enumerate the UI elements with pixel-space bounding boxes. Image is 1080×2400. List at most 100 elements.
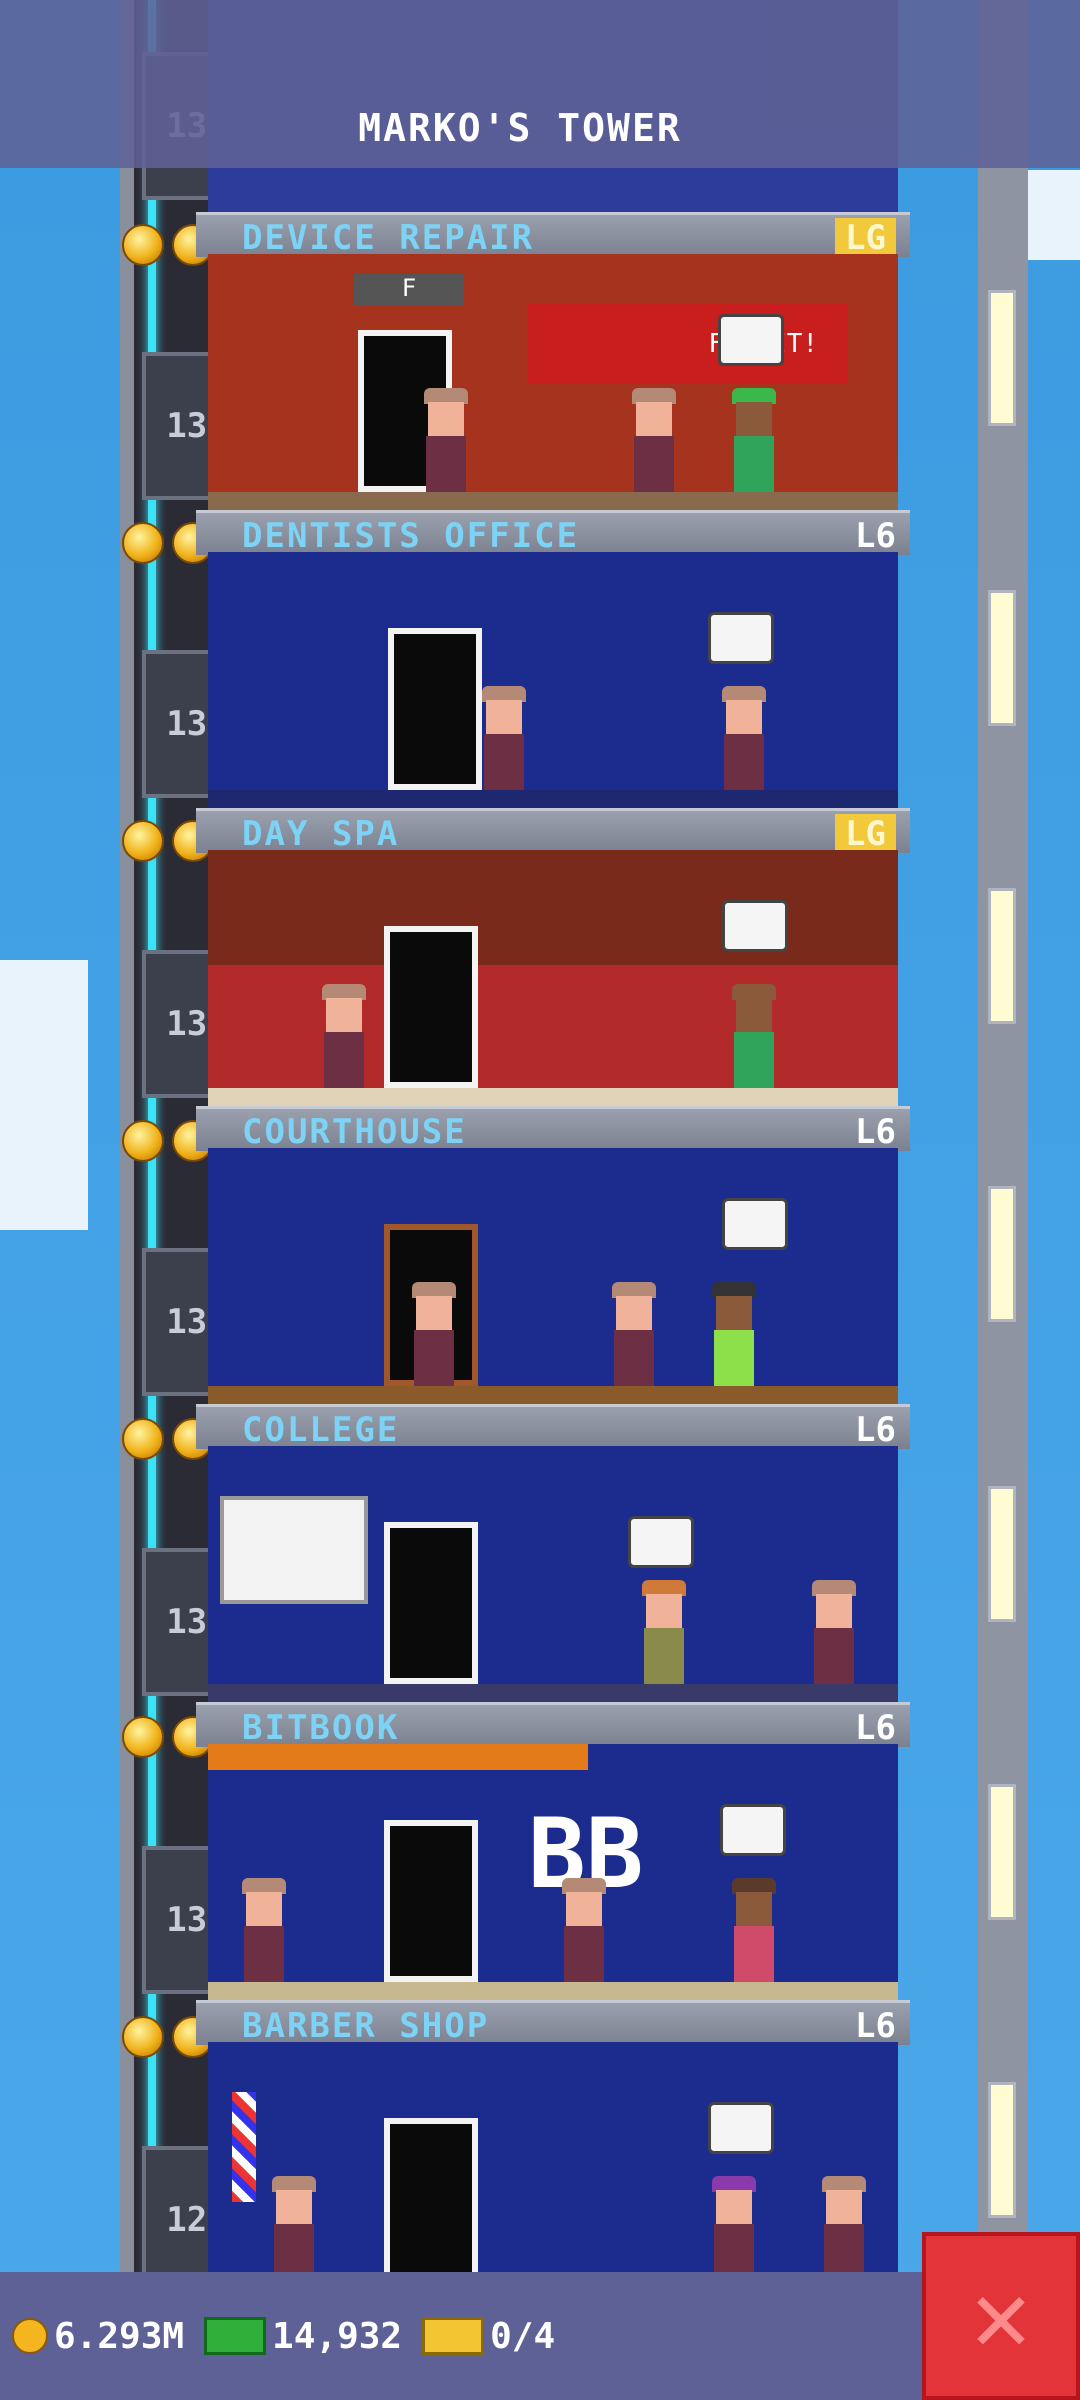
tickets-value: 0/4 (490, 2315, 556, 2357)
room-door[interactable] (384, 2118, 478, 2280)
coins-stat: 6.293M (12, 2316, 184, 2357)
room-interior (208, 1446, 898, 1702)
floor-name: COLLEGE (242, 1410, 400, 1450)
pillar-light (988, 2082, 1016, 2218)
floor-134[interactable]: DENTISTS OFFICE L6 (196, 510, 910, 808)
ticket-icon (422, 2317, 485, 2355)
floor-header: COURTHOUSE L6 (196, 1106, 910, 1152)
orange-beam (208, 1744, 588, 1770)
worker[interactable] (628, 388, 680, 492)
bux-value: 14,932 (272, 2315, 403, 2357)
floor-name: DEVICE REPAIR (242, 218, 535, 258)
floor-name: BARBER SHOP (242, 2006, 490, 2046)
request-bubble[interactable] (722, 900, 788, 952)
room-interior (208, 2042, 898, 2298)
f-sign: F (354, 274, 464, 306)
pillar-light (988, 1186, 1016, 1322)
barber-pole-icon (232, 2092, 256, 2202)
floor-level: L6 (855, 2006, 896, 2046)
coin-icon (122, 224, 164, 266)
floor-level: L6 (855, 1410, 896, 1450)
cloud (1020, 170, 1080, 260)
room-door[interactable] (388, 628, 482, 790)
tickets-stat: 0/4 (422, 2316, 555, 2357)
customer[interactable] (708, 2176, 760, 2280)
floor-135[interactable]: DEVICE REPAIR LG FIX IT! F (196, 212, 910, 510)
request-bubble[interactable] (718, 314, 784, 366)
room-floor (208, 790, 898, 808)
room-floor (208, 1684, 898, 1702)
header-bar: MARKO'S TOWER (0, 0, 1080, 168)
customer[interactable] (728, 984, 780, 1088)
request-bubble[interactable] (708, 612, 774, 664)
worker[interactable] (318, 984, 370, 1088)
cash-icon (204, 2317, 267, 2355)
request-bubble[interactable] (628, 1516, 694, 1568)
student[interactable] (638, 1580, 690, 1684)
room-door[interactable] (384, 926, 478, 1088)
pillar-light (988, 290, 1016, 426)
room-interior: BB (208, 1744, 898, 2000)
worker[interactable] (818, 2176, 870, 2280)
floor-130[interactable]: BITBOOK L6 BB (196, 1702, 910, 2000)
floor-level: L6 (855, 516, 896, 556)
worker[interactable] (608, 1282, 660, 1386)
pillar-light (988, 590, 1016, 726)
coin-icon (122, 1120, 164, 1162)
request-bubble[interactable] (708, 2102, 774, 2154)
worker[interactable] (478, 686, 530, 790)
fix-it-sign: FIX IT! (528, 304, 848, 384)
room-interior (208, 1148, 898, 1404)
floor-132[interactable]: COURTHOUSE L6 (196, 1106, 910, 1404)
coin-icon (122, 522, 164, 564)
floor-header: DENTISTS OFFICE L6 (196, 510, 910, 556)
customer[interactable] (708, 1282, 760, 1386)
floor-header: DEVICE REPAIR LG (196, 212, 910, 258)
room-floor (208, 492, 898, 510)
worker[interactable] (268, 2176, 320, 2280)
status-bar: 6.293M 14,932 0/4 (0, 2272, 1080, 2400)
floor-133[interactable]: DAY SPA LG (196, 808, 910, 1106)
coin-icon (122, 1716, 164, 1758)
floor-level: L6 (855, 1112, 896, 1152)
coin-icon (122, 1418, 164, 1460)
room-interior (208, 552, 898, 808)
coin-icon (12, 2318, 48, 2354)
room-floor (208, 1088, 898, 1106)
request-bubble[interactable] (720, 1804, 786, 1856)
pillar-light (988, 1486, 1016, 1622)
pillar-light (988, 888, 1016, 1024)
floor-name: DENTISTS OFFICE (242, 516, 580, 556)
coins-value: 6.293M (54, 2315, 185, 2357)
floor-name: BITBOOK (242, 1708, 400, 1748)
pillar-light (988, 1784, 1016, 1920)
request-bubble[interactable] (722, 1198, 788, 1250)
floor-header: COLLEGE L6 (196, 1404, 910, 1450)
worker[interactable] (558, 1878, 610, 1982)
floor-129[interactable]: BARBER SHOP L6 (196, 2000, 910, 2298)
customer[interactable] (728, 388, 780, 492)
room-floor (208, 1386, 898, 1404)
worker[interactable] (420, 388, 472, 492)
tower-title: MARKO'S TOWER (358, 106, 682, 150)
cloud (0, 960, 88, 1230)
worker[interactable] (808, 1580, 860, 1684)
worker[interactable] (408, 1282, 460, 1386)
worker[interactable] (718, 686, 770, 790)
coin-icon (122, 820, 164, 862)
floor-131[interactable]: COLLEGE L6 (196, 1404, 910, 1702)
coin-icon (122, 2016, 164, 2058)
whiteboard (220, 1496, 368, 1604)
room-door[interactable] (384, 1820, 478, 1982)
floor-header: BITBOOK L6 (196, 1702, 910, 1748)
floor-header: BARBER SHOP L6 (196, 2000, 910, 2046)
floor-level: LG (835, 218, 896, 258)
close-button[interactable]: ✕ (922, 2232, 1080, 2400)
room-door[interactable] (384, 1522, 478, 1684)
floor-level: LG (835, 814, 896, 854)
bux-stat: 14,932 (204, 2316, 402, 2357)
floor-header: DAY SPA LG (196, 808, 910, 854)
worker[interactable] (238, 1878, 290, 1982)
floor-name: DAY SPA (242, 814, 400, 854)
customer[interactable] (728, 1878, 780, 1982)
